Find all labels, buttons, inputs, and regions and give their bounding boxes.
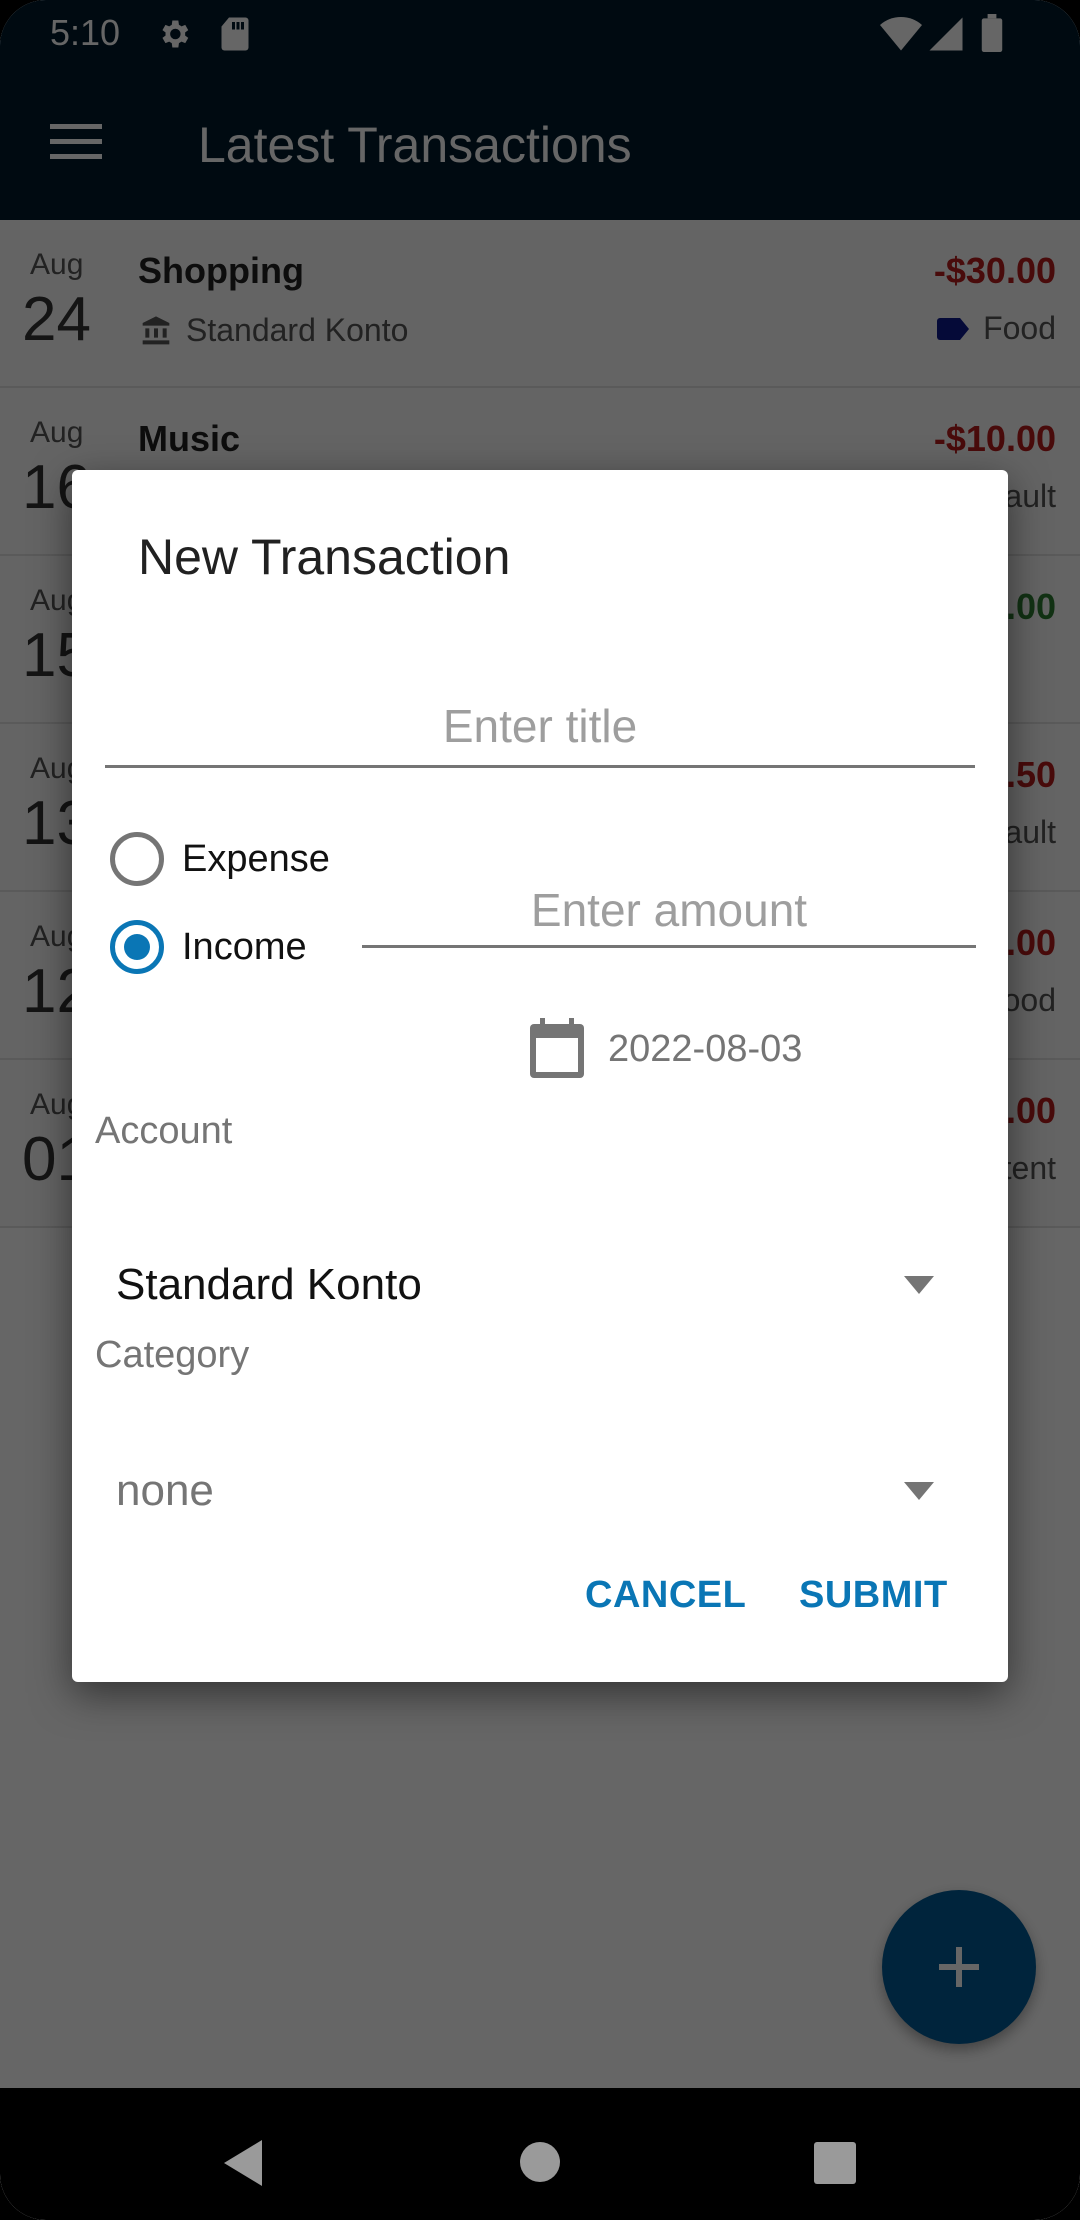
calendar-icon	[530, 1018, 584, 1078]
submit-button[interactable]: SUBMIT	[799, 1574, 948, 1617]
cancel-button[interactable]: CANCEL	[585, 1574, 746, 1617]
chevron-down-icon	[904, 1276, 934, 1294]
back-icon[interactable]	[222, 2140, 264, 2186]
amount-input[interactable]	[362, 874, 976, 948]
category-dropdown[interactable]: none	[116, 1446, 976, 1536]
recent-apps-icon[interactable]	[814, 2142, 856, 2184]
income-radio-label: Income	[182, 925, 307, 968]
date-picker[interactable]: 2022-08-03	[528, 1018, 802, 1080]
expense-radio[interactable]: Expense	[110, 832, 330, 886]
home-icon[interactable]	[520, 2142, 560, 2182]
new-transaction-dialog: New Transaction Expense Income 2022-08-0…	[72, 470, 1008, 1682]
income-radio[interactable]: Income	[110, 920, 307, 974]
radio-checked-icon[interactable]	[110, 920, 164, 974]
screen: 5:10 Latest Transactions Aug 24 Shopping…	[0, 0, 1080, 2220]
date-value: 2022-08-03	[608, 1027, 803, 1070]
account-dropdown-value: Standard Konto	[116, 1260, 422, 1309]
category-dropdown-value: none	[116, 1466, 214, 1515]
account-dropdown[interactable]: Standard Konto	[116, 1240, 976, 1330]
chevron-down-icon	[904, 1482, 934, 1500]
expense-radio-label: Expense	[182, 837, 330, 880]
radio-unchecked-icon[interactable]	[110, 832, 164, 886]
dialog-title: New Transaction	[138, 529, 511, 585]
account-label: Account	[95, 1110, 233, 1152]
category-label: Category	[95, 1334, 250, 1376]
navigation-bar	[0, 2088, 1080, 2220]
title-input[interactable]	[105, 686, 975, 768]
